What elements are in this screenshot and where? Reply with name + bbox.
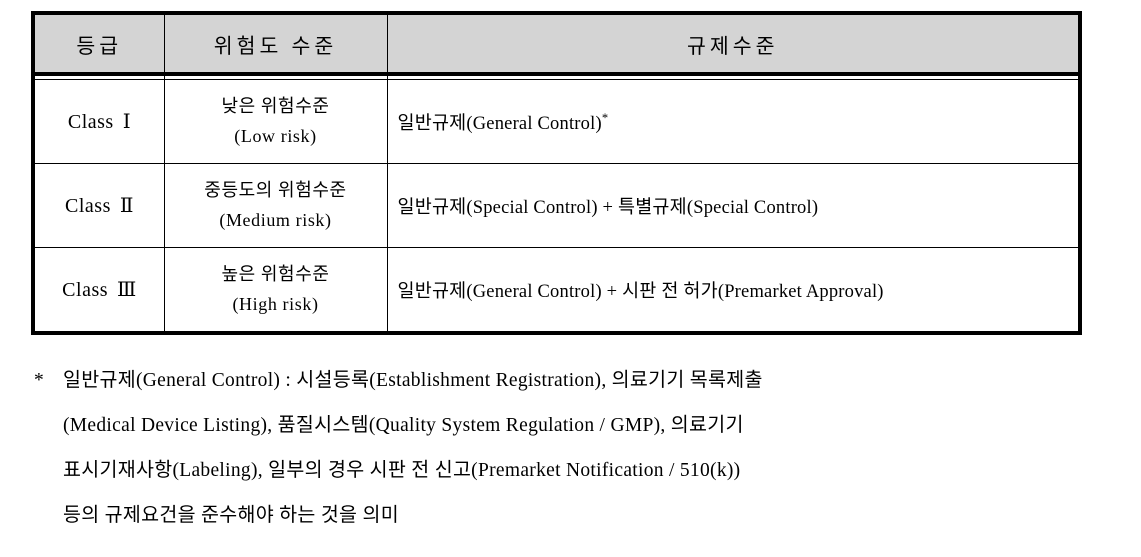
grade-number: Ⅲ bbox=[117, 279, 137, 301]
cell-regulation-class-2: 일반규제(Special Control) + 특별규제(Special Con… bbox=[386, 163, 1078, 248]
footnote-block: * 일반규제(General Control) : 시설등록(Establishm… bbox=[34, 358, 1109, 538]
column-header-regulation-level: 규제수준 bbox=[386, 15, 1078, 76]
footnote-line-1: * 일반규제(General Control) : 시설등록(Establishm… bbox=[34, 358, 1109, 403]
classification-table: 등급 위험도 수준 규제수준 Class Ⅰ 낮은 위험수준 (Low risk) … bbox=[35, 15, 1078, 331]
cell-regulation-class-1: 일반규제(General Control)* bbox=[386, 79, 1078, 164]
regulation-text: 일반규제(General Control) + 시판 전 허가(Premarke… bbox=[397, 281, 884, 302]
document-page: 등급 위험도 수준 규제수준 Class Ⅰ 낮은 위험수준 (Low risk) … bbox=[0, 0, 1141, 557]
risk-label-kr: 높은 위험수준 bbox=[221, 264, 330, 285]
risk-label-en: (Medium risk) bbox=[219, 209, 332, 230]
grade-word: Class bbox=[65, 195, 111, 217]
cell-risk-class-3: 높은 위험수준 (High risk) bbox=[163, 247, 388, 331]
footnote-asterisk: * bbox=[34, 370, 45, 391]
cell-regulation-class-3: 일반규제(General Control) + 시판 전 허가(Premarke… bbox=[386, 247, 1078, 331]
device-classification-table: 등급 위험도 수준 규제수준 Class Ⅰ 낮은 위험수준 (Low risk) … bbox=[31, 11, 1082, 335]
cell-risk-class-1: 낮은 위험수준 (Low risk) bbox=[163, 79, 388, 164]
grade-word: Class bbox=[67, 111, 114, 133]
risk-label-en: (High risk) bbox=[232, 293, 319, 314]
regulation-text: 일반규제(Special Control) + 특별규제(Special Con… bbox=[397, 197, 819, 218]
footnote-marker-asterisk: * bbox=[601, 110, 609, 125]
footnote-line-1-text: 일반규제(General Control) : 시설등록(Establishme… bbox=[63, 370, 763, 391]
cell-risk-class-2: 중등도의 위험수준 (Medium risk) bbox=[163, 163, 388, 248]
risk-label-kr: 중등도의 위험수준 bbox=[204, 180, 347, 201]
regulation-text: 일반규제(General Control) bbox=[397, 113, 602, 134]
table-header: 등급 위험도 수준 규제수준 bbox=[35, 15, 1078, 76]
column-header-grade: 등급 bbox=[35, 15, 165, 76]
grade-number: Ⅰ bbox=[122, 111, 131, 133]
cell-grade-class-3: Class Ⅲ bbox=[35, 247, 165, 331]
risk-label-kr: 낮은 위험수준 bbox=[221, 96, 330, 117]
grade-word: Class bbox=[62, 279, 109, 301]
table-row: Class Ⅰ 낮은 위험수준 (Low risk) 일반규제(General Co… bbox=[35, 79, 1078, 164]
table-row: Class Ⅱ 중등도의 위험수준 (Medium risk) 일반규제(Speci… bbox=[35, 163, 1078, 248]
footnote-line-2: (Medical Device Listing), 품질시스템(Quality … bbox=[63, 415, 744, 436]
cell-grade-class-2: Class Ⅱ bbox=[35, 163, 165, 248]
table-row: Class Ⅲ 높은 위험수준 (High risk) 일반규제(General C… bbox=[35, 247, 1078, 331]
risk-label-en: (Low risk) bbox=[234, 125, 317, 146]
footnote-line-3: 표시기재사항(Labeling), 일부의 경우 시판 전 신고(Premark… bbox=[63, 460, 741, 481]
column-header-risk-level: 위험도 수준 bbox=[163, 15, 388, 76]
table-header-row: 등급 위험도 수준 규제수준 bbox=[35, 15, 1078, 76]
footnote-line-4: 등의 규제요건을 준수해야 하는 것을 의미 bbox=[63, 505, 399, 526]
grade-number: Ⅱ bbox=[119, 195, 134, 217]
table-body: Class Ⅰ 낮은 위험수준 (Low risk) 일반규제(General Co… bbox=[35, 74, 1078, 331]
cell-grade-class-1: Class Ⅰ bbox=[35, 79, 165, 164]
